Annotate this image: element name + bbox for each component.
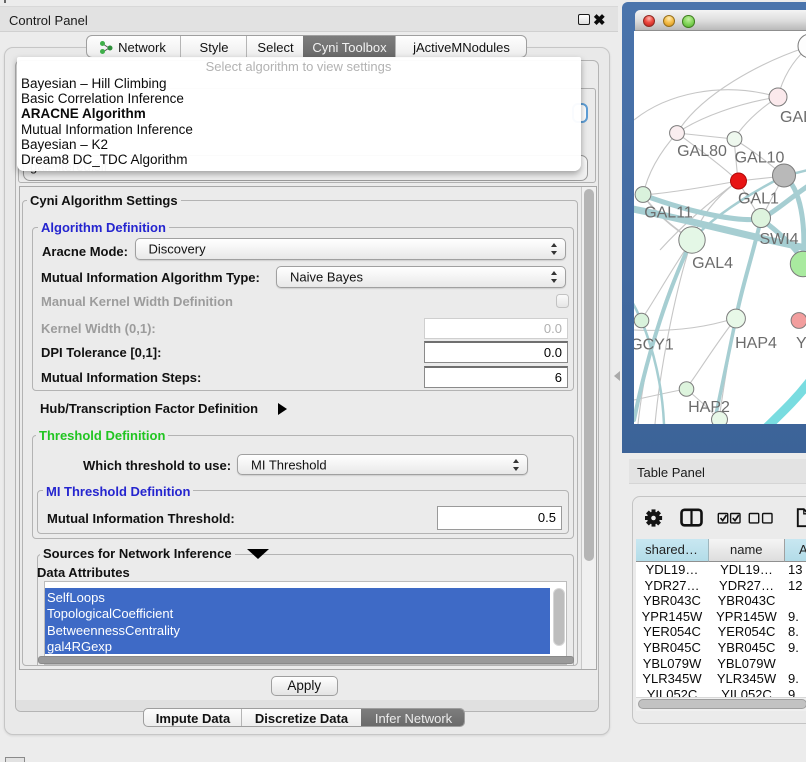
svg-text:GAL4: GAL4 <box>692 255 733 272</box>
svg-text:GAL80: GAL80 <box>677 143 727 160</box>
svg-text:GAL11: GAL11 <box>644 205 693 222</box>
svg-text:GCY1: GCY1 <box>634 337 674 354</box>
svg-text:GAL1: GAL1 <box>738 191 779 208</box>
svg-text:SWI4: SWI4 <box>759 231 798 248</box>
svg-text:GAL10: GAL10 <box>735 150 785 167</box>
svg-text:HAP4: HAP4 <box>735 335 777 352</box>
svg-text:YM: YM <box>796 335 806 352</box>
svg-text:HAP2: HAP2 <box>688 399 730 416</box>
svg-text:GAL7: GAL7 <box>780 109 806 126</box>
